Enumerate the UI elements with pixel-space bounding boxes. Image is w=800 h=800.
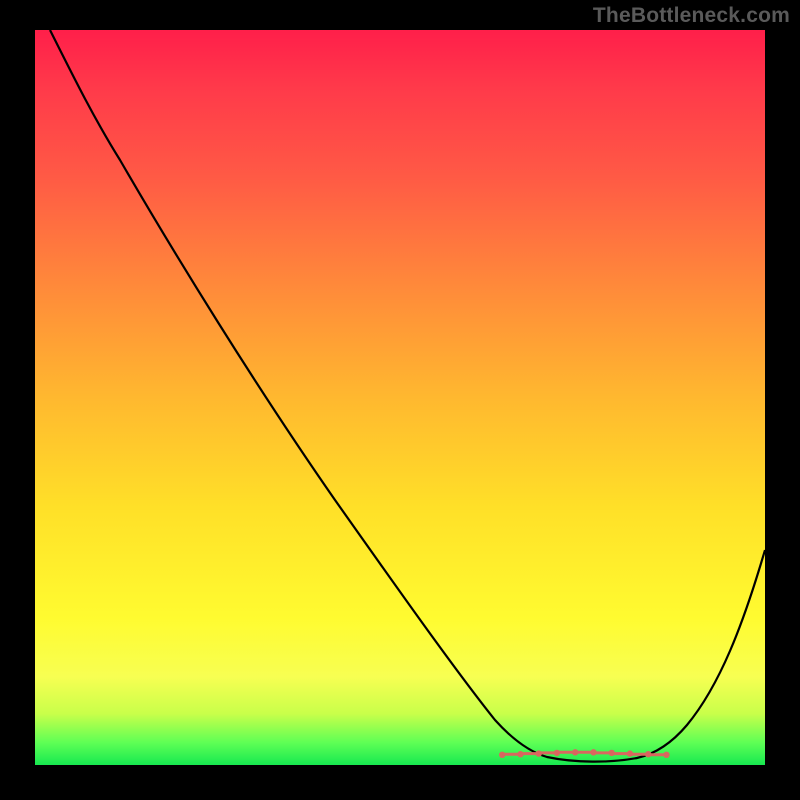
chart-frame: TheBottleneck.com [0, 0, 800, 800]
curve-svg [35, 30, 765, 765]
watermark-text: TheBottleneck.com [593, 4, 790, 28]
bottleneck-curve [50, 30, 765, 762]
plot-area [35, 30, 765, 765]
